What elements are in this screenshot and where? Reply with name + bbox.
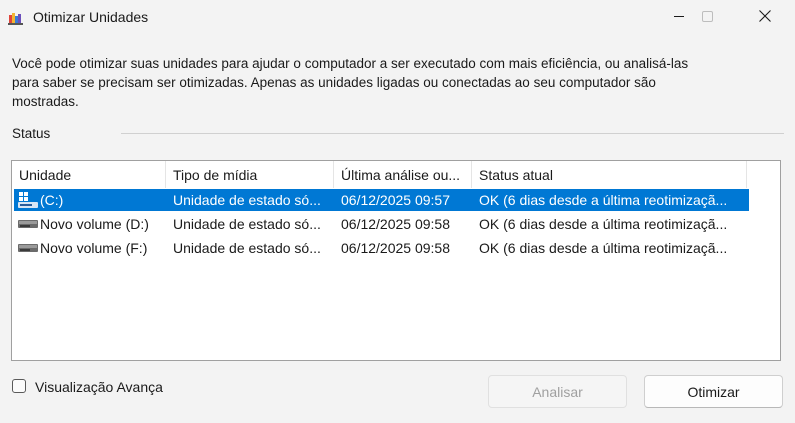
close-icon — [759, 10, 771, 22]
advanced-view-checkbox[interactable] — [12, 379, 26, 393]
last-analysis: 06/12/2025 09:57 — [341, 192, 450, 208]
column-header-current-status[interactable]: Status atual — [472, 161, 746, 188]
status-section-label: Status — [12, 126, 51, 141]
media-type: Unidade de estado só... — [173, 240, 321, 256]
current-status: OK (6 dias desde a última reotimizaçã... — [479, 240, 728, 256]
drive-name: Novo volume (D:) — [40, 216, 149, 232]
drive-icon — [18, 220, 38, 228]
column-separator[interactable] — [746, 161, 747, 188]
table-row[interactable]: Novo volume (F:) Unidade de estado só...… — [14, 237, 749, 259]
window-title: Otimizar Unidades — [33, 9, 149, 25]
drive-name: Novo volume (F:) — [40, 240, 148, 256]
description-text: Você pode otimizar suas unidades para aj… — [12, 56, 689, 109]
maximize-icon — [701, 10, 713, 22]
column-header-last-analysis[interactable]: Última análise ou... — [334, 161, 471, 188]
drive-list[interactable]: Unidade Tipo de mídia Última análise ou.… — [11, 160, 781, 361]
column-header-media-type[interactable]: Tipo de mídia — [166, 161, 333, 188]
defrag-app-icon — [8, 13, 23, 25]
media-type: Unidade de estado só... — [173, 192, 321, 208]
minimize-icon — [674, 16, 684, 17]
table-row[interactable]: Novo volume (D:) Unidade de estado só...… — [14, 213, 749, 235]
media-type: Unidade de estado só... — [173, 216, 321, 232]
list-header: Unidade Tipo de mídia Última análise ou.… — [12, 161, 780, 188]
status-divider — [121, 133, 784, 134]
current-status: OK (6 dias desde a última reotimizaçã... — [479, 216, 728, 232]
last-analysis: 06/12/2025 09:58 — [341, 240, 450, 256]
advanced-view-label[interactable]: Visualização Avança — [35, 379, 163, 395]
table-row[interactable]: (C:) Unidade de estado só... 06/12/2025 … — [14, 189, 749, 211]
last-analysis: 06/12/2025 09:58 — [341, 216, 450, 232]
column-header-drive[interactable]: Unidade — [12, 161, 165, 188]
optimize-button[interactable]: Otimizar — [644, 375, 783, 408]
maximize-button[interactable] — [684, 0, 730, 32]
title-bar: Otimizar Unidades — [0, 0, 795, 34]
current-status: OK (6 dias desde a última reotimizaçã... — [479, 192, 728, 208]
close-button[interactable] — [742, 0, 788, 32]
drive-icon — [18, 244, 38, 252]
system-drive-icon — [18, 192, 38, 208]
analyze-button[interactable]: Analisar — [488, 375, 627, 408]
drive-name: (C:) — [40, 192, 64, 208]
